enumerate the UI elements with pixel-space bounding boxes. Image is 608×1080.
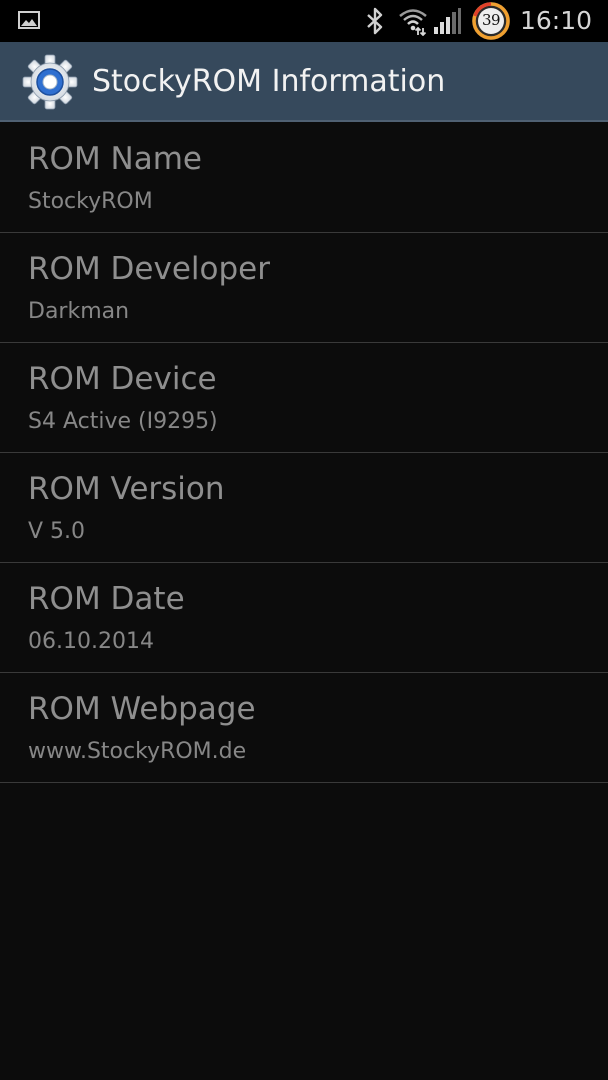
list-item-value: Darkman (28, 299, 130, 324)
list-item-value: www.StockyROM.de (28, 739, 247, 764)
list-item-rom-webpage[interactable]: ROM Webpage www.StockyROM.de (0, 673, 608, 783)
action-bar: StockyROM Information (0, 42, 608, 122)
status-clock: 16:10 (520, 6, 593, 35)
list-item-rom-device[interactable]: ROM Device S4 Active (I9295) (0, 343, 608, 453)
list-item-rom-developer[interactable]: ROM Developer Darkman (0, 233, 608, 343)
list-item-label: ROM Developer (28, 251, 270, 287)
battery-indicator: 39 (470, 0, 512, 42)
list-item-label: ROM Device (28, 361, 217, 397)
list-item-rom-version[interactable]: ROM Version V 5.0 (0, 453, 608, 563)
list-item-value: V 5.0 (28, 519, 86, 544)
list-item-rom-name[interactable]: ROM Name StockyROM (0, 123, 608, 233)
list-item-value: 06.10.2014 (28, 629, 154, 654)
list-item-label: ROM Name (28, 141, 202, 177)
signal-icon (434, 8, 461, 34)
bluetooth-icon (367, 7, 383, 35)
settings-gear-icon[interactable] (22, 54, 78, 110)
page-title: StockyROM Information (92, 64, 446, 99)
list-item-label: ROM Version (28, 471, 225, 507)
wifi-icon (399, 9, 427, 36)
list-item-value: StockyROM (28, 189, 153, 214)
status-bar: 39 16:10 (0, 0, 608, 42)
list-item-label: ROM Date (28, 581, 185, 617)
list-item-rom-date[interactable]: ROM Date 06.10.2014 (0, 563, 608, 673)
gallery-icon (18, 11, 40, 29)
list-item-label: ROM Webpage (28, 691, 256, 727)
battery-level: 39 (481, 11, 501, 29)
list-item-value: S4 Active (I9295) (28, 409, 218, 434)
info-list: ROM Name StockyROM ROM Developer Darkman… (0, 123, 608, 783)
